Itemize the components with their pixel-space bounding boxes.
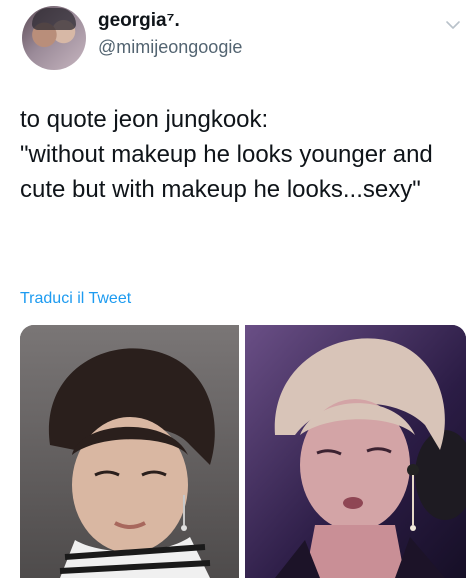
tweet-text: to quote jeon jungkook: "without makeup … [20,106,433,203]
author-name-row: georgia⁷. [98,10,180,32]
tweet-photo-left[interactable] [20,325,239,578]
author-handle[interactable]: @mimijeongoogie [98,37,242,58]
display-name[interactable]: georgia⁷. [98,10,180,32]
tweet-photo-right[interactable] [245,325,466,578]
chevron-down-icon[interactable] [444,16,462,34]
translate-link[interactable]: Traduci il Tweet [20,290,131,308]
avatar[interactable] [22,6,86,70]
tweet-card: georgia⁷. @mimijeongoogie to quote jeon … [0,0,474,578]
